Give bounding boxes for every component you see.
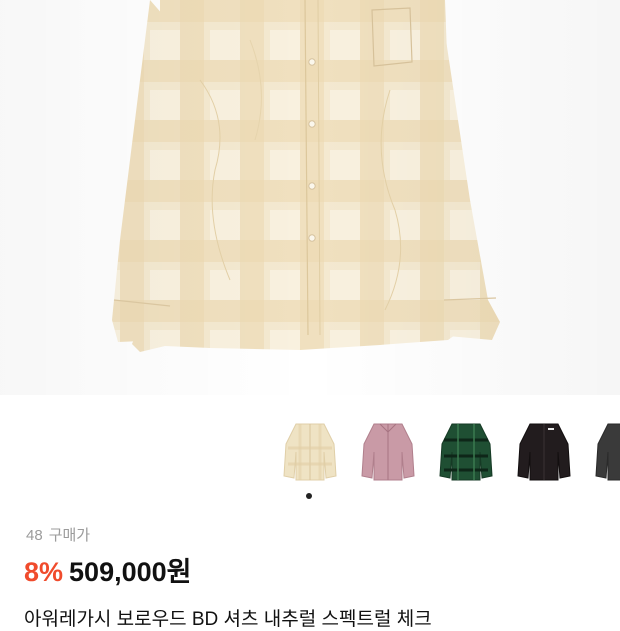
thumbnail-pink[interactable] (356, 418, 420, 486)
thumbnail-strip (278, 418, 620, 490)
sale-price: 509,000원 (69, 557, 192, 587)
product-image[interactable] (0, 0, 620, 395)
thumbnail-black[interactable] (512, 418, 576, 486)
product-title: 아워레가시 보로우드 BD 셔츠 내추럴 스펙트럴 체크 (24, 609, 432, 630)
thumbnail-charcoal[interactable] (590, 418, 620, 486)
discount-rate: 8% (24, 557, 64, 587)
purchase-count-row: 48 구매가 (26, 524, 90, 545)
purchase-label: 구매가 (48, 527, 91, 544)
price-row: 8% 509,000원 (24, 550, 191, 587)
thumbnail-natural-check[interactable] (278, 418, 342, 486)
shirt-illustration (0, 0, 620, 395)
thumbnail-green-check[interactable] (434, 418, 498, 486)
gallery-page-indicator (306, 493, 312, 499)
purchase-count: 48 (26, 527, 43, 544)
